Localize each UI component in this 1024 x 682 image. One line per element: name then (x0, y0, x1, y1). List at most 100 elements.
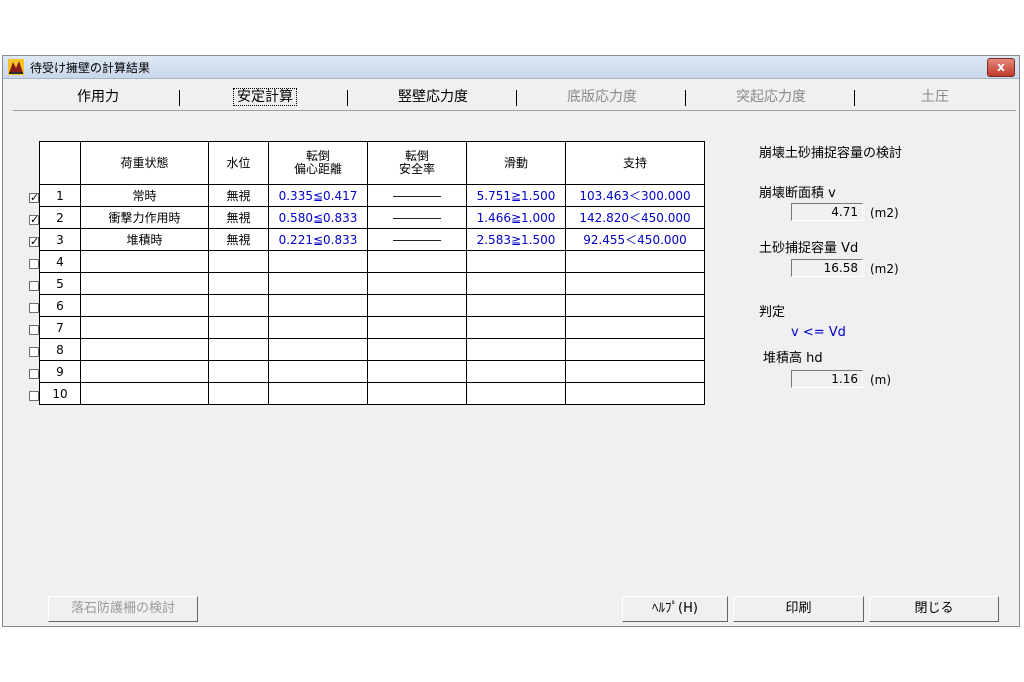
row-checkbox[interactable] (29, 391, 39, 401)
row-checkbox[interactable] (29, 303, 39, 313)
row-water (208, 250, 269, 273)
row-safety-factor (367, 272, 467, 295)
table-row[interactable]: 7 (39, 316, 705, 339)
row-water: 無視 (208, 206, 269, 229)
tab-label: 作用力 (77, 89, 119, 105)
row-eccentricity (268, 338, 368, 361)
tab-stability[interactable]: 安定計算 (185, 86, 345, 108)
tab-wall-stress[interactable]: 竪壁応力度 (353, 86, 513, 108)
window-title: 待受け擁壁の計算結果 (30, 61, 151, 75)
row-number: 9 (39, 360, 81, 383)
table-row[interactable]: 9 (39, 360, 705, 383)
row-checkbox[interactable]: ✓ (29, 214, 39, 225)
capacity-value-field: 16.58 (791, 259, 863, 277)
row-sliding (466, 294, 566, 317)
tab-strip: 作用力 安定計算 竪壁応力度 底版応力度 突起応力度 土圧 (13, 86, 1016, 110)
tab-base-stress[interactable]: 底版応力度 (522, 86, 682, 108)
row-number: 3 (39, 228, 81, 251)
title-bar[interactable]: 待受け擁壁の計算結果 x (3, 56, 1019, 79)
table-row[interactable]: 3 堆積時 無視 0.221≦0.833 ―――― 2.583≧1.500 92.455＜4… (39, 228, 705, 251)
table-row[interactable]: 10 (39, 382, 705, 405)
header-overturn-sf: 転倒 安全率 (367, 141, 467, 185)
row-checkbox[interactable] (29, 259, 39, 269)
row-water (208, 360, 269, 383)
tab-label: 土圧 (921, 89, 949, 105)
row-eccentricity (268, 382, 368, 405)
row-case (80, 360, 209, 383)
capacity-unit: (m2) (870, 262, 899, 276)
row-eccentricity: 0.580≦0.833 (268, 206, 368, 229)
height-label: 堆積高 hd (763, 351, 823, 366)
row-checkbox[interactable] (29, 325, 39, 335)
row-water (208, 294, 269, 317)
table-row[interactable]: 5 (39, 272, 705, 295)
row-bearing (565, 272, 705, 295)
help-button[interactable]: ﾍﾙﾌﾟ(H) (622, 596, 728, 622)
tab-earth-pressure[interactable]: 土圧 (860, 86, 1010, 108)
row-sliding: 2.583≧1.500 (466, 228, 566, 251)
table-row[interactable]: 1 常時 無視 0.335≦0.417 ―――― 5.751≧1.500 103.463＜3… (39, 184, 705, 207)
table-row[interactable]: 6 (39, 294, 705, 317)
row-eccentricity: 0.335≦0.417 (268, 184, 368, 207)
row-sliding (466, 360, 566, 383)
row-case (80, 382, 209, 405)
header-line: 偏心距離 (293, 162, 342, 176)
row-case: 堆積時 (80, 228, 209, 251)
row-eccentricity: 0.221≦0.833 (268, 228, 368, 251)
tab-action-force[interactable]: 作用力 (33, 86, 163, 108)
close-icon: x (997, 60, 1005, 74)
tab-divider (685, 90, 686, 106)
result-window: 待受け擁壁の計算結果 x 作用力 安定計算 竪壁応力度 底版応力度 突起応力度 … (2, 55, 1020, 627)
close-window-button[interactable]: x (987, 58, 1015, 77)
row-water: 無視 (208, 228, 269, 251)
row-safety-factor (367, 360, 467, 383)
row-number: 8 (39, 338, 81, 361)
rockfall-fence-button[interactable]: 落石防護柵の検討 (48, 596, 198, 622)
row-bearing: 103.463＜300.000 (565, 184, 705, 207)
row-eccentricity (268, 360, 368, 383)
row-case (80, 272, 209, 295)
row-checkbox[interactable]: ✓ (29, 192, 39, 203)
row-checkbox[interactable] (29, 369, 39, 379)
tab-divider (854, 90, 855, 106)
tab-divider (347, 90, 348, 106)
row-eccentricity (268, 316, 368, 339)
close-button[interactable]: 閉じる (869, 596, 999, 622)
judge-value: v <= Vd (791, 325, 846, 340)
row-sliding: 5.751≧1.500 (466, 184, 566, 207)
table-row[interactable]: 8 (39, 338, 705, 361)
tab-divider (516, 90, 517, 106)
row-checkbox[interactable] (29, 281, 39, 291)
header-water: 水位 (208, 141, 269, 185)
row-water (208, 338, 269, 361)
row-water: 無視 (208, 184, 269, 207)
area-value-field: 4.71 (791, 203, 863, 221)
row-number: 2 (39, 206, 81, 229)
table-header-row: 荷重状態 水位 転倒 偏心距離 転倒 安全率 滑動 支持 (39, 141, 705, 185)
row-number: 7 (39, 316, 81, 339)
row-number: 10 (39, 382, 81, 405)
row-safety-factor (367, 382, 467, 405)
row-safety-factor (367, 250, 467, 273)
row-sliding (466, 382, 566, 405)
row-safety-factor: ―――― (367, 206, 467, 229)
row-checkbox[interactable] (29, 347, 39, 357)
table-row[interactable]: 4 (39, 250, 705, 273)
table-row[interactable]: 2 衝撃力作用時 無視 0.580≦0.833 ―――― 1.466≧1.000 142.8… (39, 206, 705, 229)
row-water (208, 382, 269, 405)
print-button[interactable]: 印刷 (733, 596, 864, 622)
row-checkbox[interactable]: ✓ (29, 236, 39, 247)
tab-label: 安定計算 (233, 88, 297, 106)
tab-protrusion-stress[interactable]: 突起応力度 (691, 86, 851, 108)
row-safety-factor (367, 338, 467, 361)
height-unit: (m) (870, 373, 892, 387)
area-unit: (m2) (870, 206, 899, 220)
header-sliding: 滑動 (466, 141, 566, 185)
row-case (80, 294, 209, 317)
row-sliding (466, 338, 566, 361)
row-case (80, 250, 209, 273)
row-bearing (565, 294, 705, 317)
row-safety-factor (367, 316, 467, 339)
header-bearing: 支持 (565, 141, 705, 185)
row-eccentricity (268, 294, 368, 317)
